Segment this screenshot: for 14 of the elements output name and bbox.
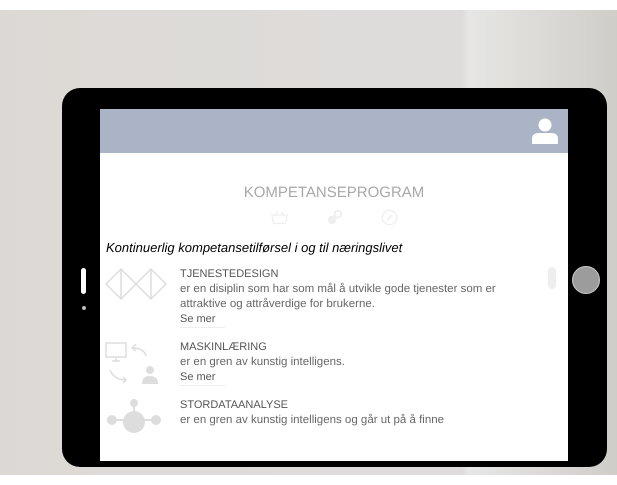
program-description: er en gren av kunstig intelligens. <box>180 355 346 370</box>
user-icon[interactable] <box>532 118 558 144</box>
diamonds-icon <box>104 267 168 301</box>
program-title: STORDATAANALYSE <box>180 398 289 413</box>
home-button[interactable] <box>572 266 600 294</box>
program-title: TJENESTEDESIGN <box>180 267 280 282</box>
program-title: MASKINLÆRING <box>180 340 268 355</box>
program-description: er en gren av kunstig intelligens og går ut på å finne <box>180 413 446 428</box>
tagline: Kontinuerlig kompetansetilførsel i og til næringslivet <box>106 240 404 255</box>
see-more-link[interactable]: Se mer <box>180 370 226 386</box>
program-description: er en disiplin som har som mål å utvikle gode tjenester som er attraktive og attråverdige for brukerne. <box>180 282 497 312</box>
tablet-camera-dot <box>82 306 86 310</box>
see-more-link[interactable]: Se mer <box>180 312 226 328</box>
page-title: KOMPETANSEPROGRAM <box>242 184 426 201</box>
